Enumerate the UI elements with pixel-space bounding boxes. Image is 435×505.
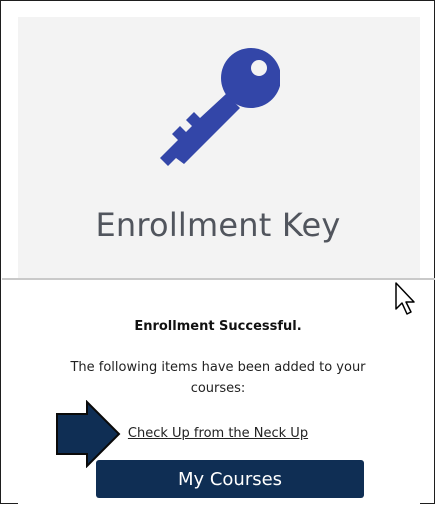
key-icon [160,48,280,166]
mouse-pointer-icon [395,282,415,315]
course-link-check-up-from-the-neck-up[interactable]: Check Up from the Neck Up [128,426,308,441]
arrow-callout-icon [56,400,121,468]
my-courses-button[interactable]: My Courses [96,460,364,498]
page-title: Enrollment Key [95,206,341,244]
enrollment-status: Enrollment Successful. [134,319,302,334]
added-items-message: The following items have been added to y… [70,360,366,396]
